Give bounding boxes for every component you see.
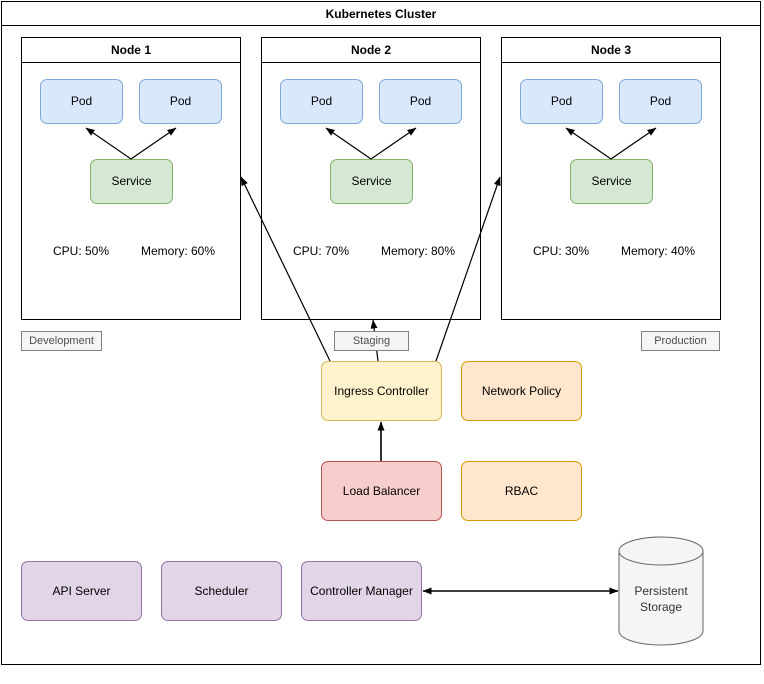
load-balancer-box[interactable]: Load Balancer bbox=[321, 461, 442, 521]
network-policy-box[interactable]: Network Policy bbox=[461, 361, 582, 421]
node-2-pod-1[interactable]: Pod bbox=[280, 79, 363, 124]
node-2-pod-2[interactable]: Pod bbox=[379, 79, 462, 124]
node-3-memory-metric: Memory: 40% bbox=[621, 244, 696, 258]
node-3-service[interactable]: Service bbox=[570, 159, 653, 204]
env-tag-production[interactable]: Production bbox=[641, 331, 720, 351]
api-server-box[interactable]: API Server bbox=[21, 561, 142, 621]
node-2-cpu-metric: CPU: 70% bbox=[293, 244, 350, 258]
persistent-storage-line-1: Persistent bbox=[634, 584, 688, 598]
env-tag-staging[interactable]: Staging bbox=[334, 331, 409, 351]
node-2-title: Node 2 bbox=[262, 38, 480, 63]
ingress-controller-box[interactable]: Ingress Controller bbox=[321, 361, 442, 421]
node-2-service[interactable]: Service bbox=[330, 159, 413, 204]
controller-manager-box[interactable]: Controller Manager bbox=[301, 561, 422, 621]
cluster-title: Kubernetes Cluster bbox=[1, 1, 761, 26]
node-1-memory-metric: Memory: 60% bbox=[141, 244, 216, 258]
persistent-storage-line-2: Storage bbox=[639, 599, 683, 614]
persistent-storage-label: Persistent Storage bbox=[618, 584, 704, 615]
node-1-pod-2[interactable]: Pod bbox=[139, 79, 222, 124]
node-1-pod-1[interactable]: Pod bbox=[40, 79, 123, 124]
node-1-cpu-metric: CPU: 50% bbox=[53, 244, 110, 258]
scheduler-box[interactable]: Scheduler bbox=[161, 561, 282, 621]
node-1-service[interactable]: Service bbox=[90, 159, 173, 204]
node-3-pod-2[interactable]: Pod bbox=[619, 79, 702, 124]
node-2-memory-metric: Memory: 80% bbox=[381, 244, 456, 258]
rbac-box[interactable]: RBAC bbox=[461, 461, 582, 521]
node-3-title: Node 3 bbox=[502, 38, 720, 63]
node-3-pod-1[interactable]: Pod bbox=[520, 79, 603, 124]
node-1-title: Node 1 bbox=[22, 38, 240, 63]
diagram-canvas: Kubernetes Cluster Node 1 Pod Pod Servic… bbox=[0, 0, 764, 684]
env-tag-development[interactable]: Development bbox=[21, 331, 102, 351]
node-3-cpu-metric: CPU: 30% bbox=[533, 244, 590, 258]
